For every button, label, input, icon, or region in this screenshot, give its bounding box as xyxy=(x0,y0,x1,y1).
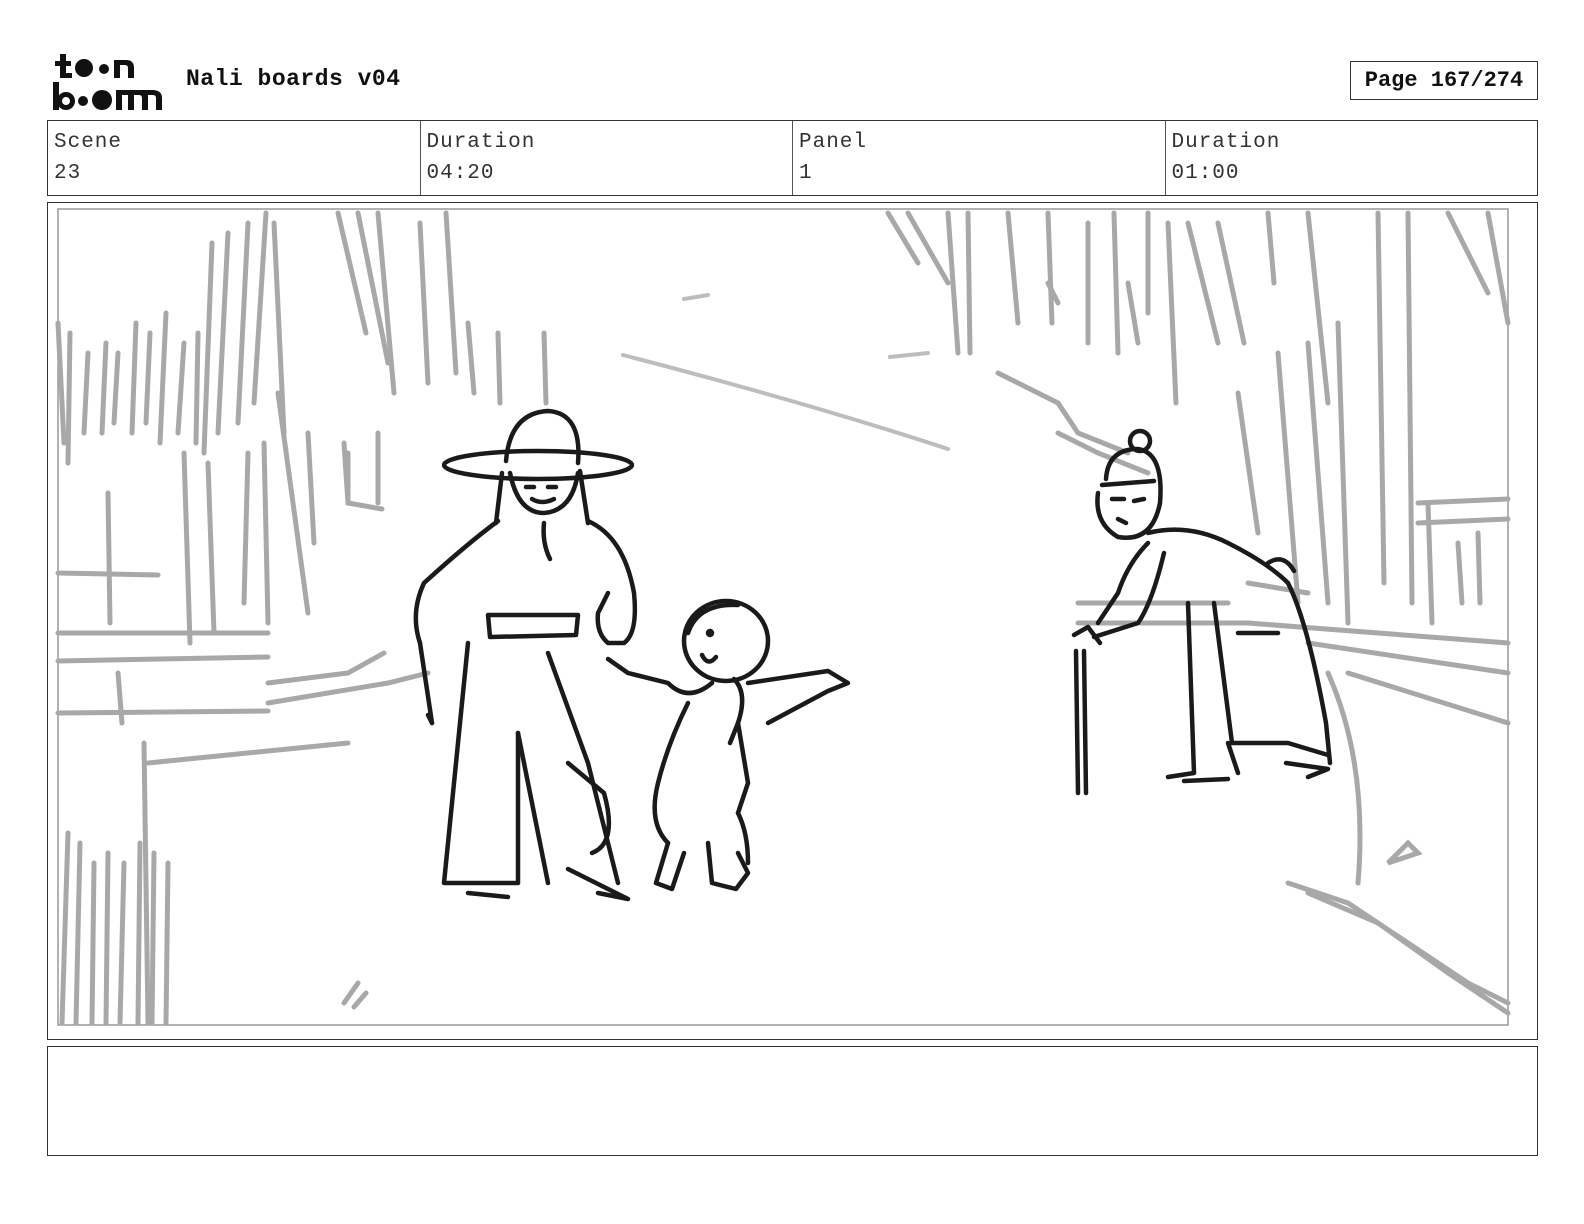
storyboard-sketch-image xyxy=(55,208,1511,1026)
storyboard-panel xyxy=(47,202,1538,1040)
background-left xyxy=(55,210,549,1026)
scene-label: Scene xyxy=(54,131,123,154)
child-figure xyxy=(605,598,851,892)
panel-value: 1 xyxy=(799,162,813,185)
toonboom-logo-icon xyxy=(53,54,162,110)
project-title: Nali boards v04 xyxy=(186,66,401,92)
panel-duration-value: 01:00 xyxy=(1171,162,1240,185)
panel-notes-box xyxy=(47,1046,1538,1156)
scene-duration-value: 04:20 xyxy=(426,162,495,185)
road-lines xyxy=(621,293,950,451)
panel-duration-label: Duration xyxy=(1171,131,1281,154)
panel-cell: Panel 1 xyxy=(793,121,1166,195)
panel-duration-cell: Duration 01:00 xyxy=(1166,121,1538,195)
page-indicator: Page 167/274 xyxy=(1350,61,1538,100)
elder-with-cane-figure xyxy=(1071,428,1333,796)
scene-cell: Scene 23 xyxy=(48,121,421,195)
man-with-hat-figure xyxy=(413,408,638,902)
scene-info-table: Scene 23 Duration 04:20 Panel 1 Duration… xyxy=(47,120,1538,196)
scene-value: 23 xyxy=(54,162,82,185)
scene-duration-cell: Duration 04:20 xyxy=(421,121,793,195)
background-right xyxy=(885,210,1511,1016)
panel-label: Panel xyxy=(799,131,868,154)
scene-duration-label: Duration xyxy=(426,131,536,154)
